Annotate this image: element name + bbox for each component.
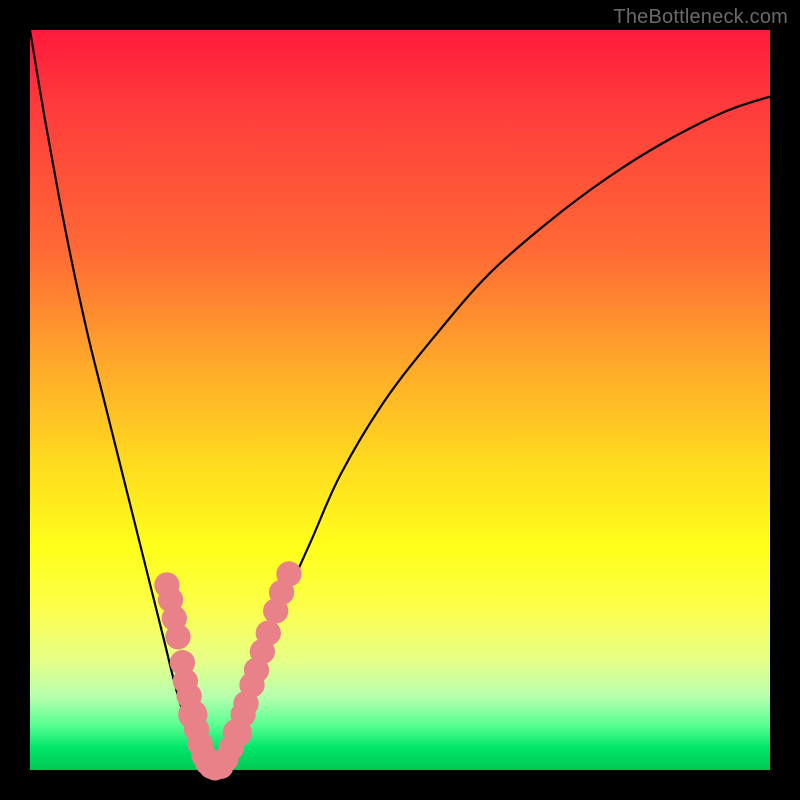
plot-area: [30, 30, 770, 770]
chart-frame: TheBottleneck.com: [0, 0, 800, 800]
chart-svg: [30, 30, 770, 770]
curve-marker: [276, 561, 301, 586]
bottleneck-curve: [30, 30, 770, 774]
curve-marker: [165, 624, 190, 649]
curve-marker: [256, 620, 281, 645]
curve-markers: [154, 561, 301, 780]
watermark-label: TheBottleneck.com: [613, 6, 788, 29]
